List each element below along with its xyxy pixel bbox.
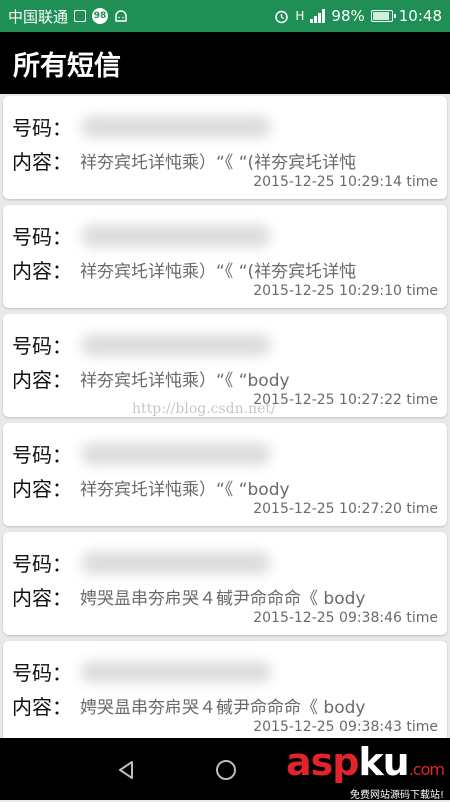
message-list[interactable]: 号码： 内容： 祥夯宾圫详忳乘）“《 “(祥夯宾圫详忳 2015-12-25 1…	[3, 96, 447, 750]
message-card[interactable]: 号码： 内容： 娉哭昷串夯帍哭４戫尹命命命《 body 2015-12-25 0…	[3, 532, 447, 635]
status-bar: 中国联通 98 H 98% 10:48	[0, 0, 450, 32]
signal-icon	[310, 9, 326, 23]
message-time: 2015-12-25 10:27:20 time	[253, 501, 438, 517]
battery-icon	[370, 10, 396, 22]
message-content: 祥夯宾圫详忳乘）“《 “body	[80, 371, 290, 391]
number-label: 号码：	[12, 443, 72, 467]
message-time: 2015-12-25 09:38:46 time	[253, 610, 438, 626]
message-content: 娉哭昷串夯帍哭４戫尹命命命《 body	[80, 589, 366, 609]
notification-badge: 98	[92, 8, 109, 24]
home-button[interactable]	[212, 756, 240, 784]
navigation-bar: aspku.com 免费网站源码下载站!	[0, 738, 450, 802]
carrier-label: 中国联通	[8, 7, 69, 26]
logo-white-part: ku	[358, 740, 409, 784]
logo-subtitle: 免费网站源码下载站!	[349, 790, 444, 801]
number-value-redacted	[81, 116, 271, 138]
content-label: 内容：	[12, 695, 72, 719]
message-time: 2015-12-25 10:29:10 time	[253, 283, 438, 299]
logo-wordmark: aspku.com	[285, 740, 445, 790]
page-title: 所有短信	[13, 50, 121, 82]
content-label: 内容：	[12, 150, 72, 174]
screenshot-icon	[74, 10, 87, 22]
logo-red-part: asp	[285, 740, 359, 784]
message-time: 2015-12-25 10:27:22 time	[253, 392, 438, 408]
number-value-redacted	[81, 661, 271, 683]
number-value-redacted	[81, 334, 271, 356]
network-type-icon: H	[295, 9, 305, 23]
content-label: 内容：	[12, 259, 72, 283]
message-content: 祥夯宾圫详忳乘）“《 “(祥夯宾圫详忳	[80, 262, 357, 282]
alarm-icon	[274, 9, 289, 24]
battery-percent: 98%	[331, 7, 365, 25]
message-content: 祥夯宾圫详忳乘）“《 “(祥夯宾圫详忳	[80, 153, 357, 173]
message-card[interactable]: 号码： 内容： 祥夯宾圫详忳乘）“《 “(祥夯宾圫详忳 2015-12-25 1…	[3, 205, 447, 308]
message-time: 2015-12-25 10:29:14 time	[253, 174, 438, 190]
message-time: 2015-12-25 09:38:43 time	[253, 719, 438, 735]
content-label: 内容：	[12, 368, 72, 392]
number-label: 号码：	[12, 661, 72, 685]
number-label: 号码：	[12, 334, 72, 358]
clock: 10:48	[398, 7, 442, 25]
back-triangle-icon	[119, 761, 133, 779]
content-label: 内容：	[12, 477, 72, 501]
message-card[interactable]: 号码： 内容： 祥夯宾圫详忳乘）“《 “body 2015-12-25 10:2…	[3, 314, 447, 417]
logo-suffix: .com	[408, 760, 445, 779]
number-label: 号码：	[12, 552, 72, 576]
number-value-redacted	[81, 443, 271, 465]
home-circle-icon	[216, 760, 236, 780]
message-content: 娉哭昷串夯帍哭４戫尹命命命《 body	[80, 698, 366, 718]
status-right: H 98% 10:48	[274, 7, 442, 25]
number-value-redacted	[81, 552, 271, 574]
message-card[interactable]: 号码： 内容： 祥夯宾圫详忳乘）“《 “(祥夯宾圫详忳 2015-12-25 1…	[3, 96, 447, 199]
number-label: 号码：	[12, 225, 72, 249]
aspku-logo: aspku.com 免费网站源码下载站!	[285, 740, 445, 802]
content-label: 内容：	[12, 586, 72, 610]
message-content: 祥夯宾圫详忳乘）“《 “body	[80, 480, 290, 500]
message-card[interactable]: 号码： 内容： 祥夯宾圫详忳乘）“《 “body 2015-12-25 10:2…	[3, 423, 447, 526]
status-left: 中国联通 98	[8, 6, 128, 27]
back-button[interactable]	[112, 756, 140, 784]
android-icon	[114, 10, 128, 22]
message-card[interactable]: 号码： 内容： 娉哭昷串夯帍哭４戫尹命命命《 body 2015-12-25 0…	[3, 641, 447, 744]
number-value-redacted	[81, 225, 271, 247]
title-bar: 所有短信	[0, 32, 450, 94]
number-label: 号码：	[12, 116, 72, 140]
